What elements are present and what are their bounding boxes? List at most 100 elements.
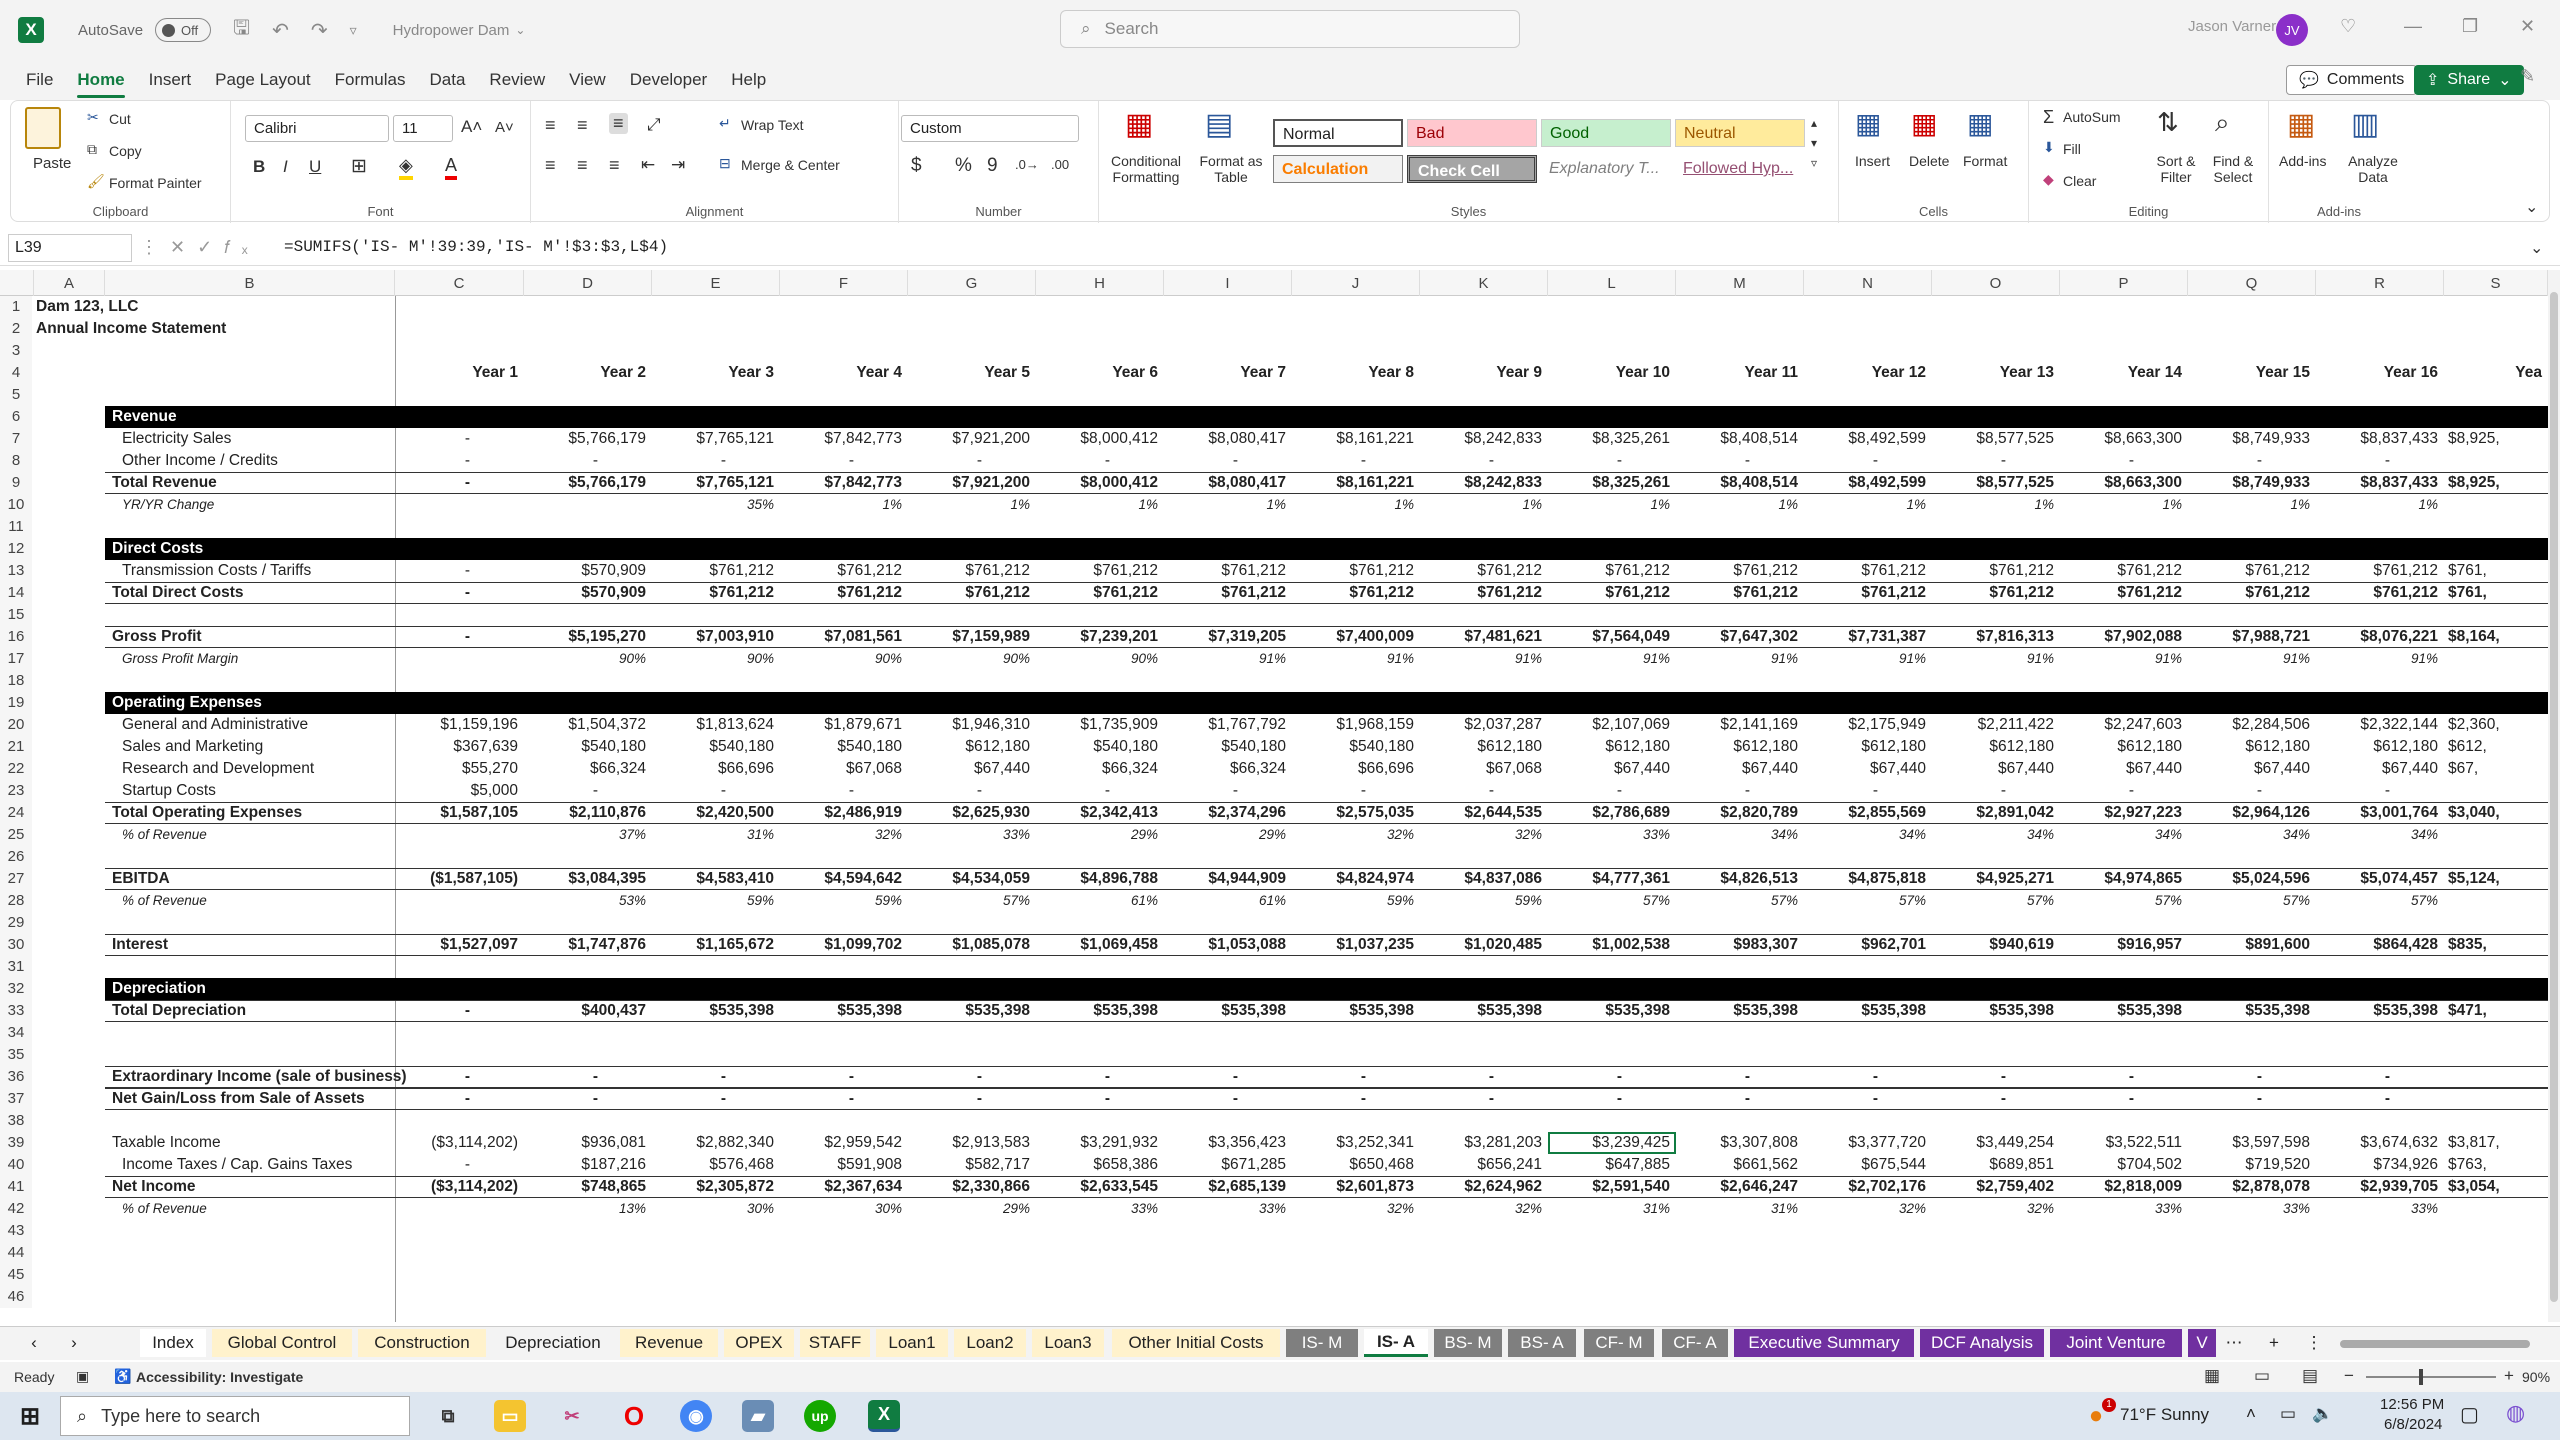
value-cell[interactable]: $2,882,340 [654, 1132, 774, 1154]
value-cell[interactable]: $4,826,513 [1678, 868, 1798, 890]
row-header[interactable]: 22 [0, 758, 32, 780]
value-cell[interactable]: $67,440 [1678, 758, 1798, 780]
year-header[interactable]: Year 16 [2318, 362, 2438, 384]
tab-developer[interactable]: Developer [618, 70, 720, 100]
value-cell[interactable]: $8,242,833 [1422, 472, 1542, 494]
value-cell[interactable]: - [2014, 1066, 2134, 1088]
style-explanatory[interactable]: Explanatory T... [1541, 155, 1671, 183]
value-cell[interactable]: 91% [1294, 648, 1414, 670]
value-cell[interactable]: $761,212 [1550, 582, 1670, 604]
row-header[interactable]: 30 [0, 934, 32, 956]
value-cell[interactable]: $535,398 [1806, 1000, 1926, 1022]
sheet-tab[interactable]: Joint Venture [2050, 1329, 2182, 1357]
snipping-tool-icon[interactable]: ✂ [556, 1400, 588, 1432]
sheet-tab[interactable]: BS- M [1434, 1329, 1502, 1357]
addins-icon[interactable]: ▦ [2287, 107, 2315, 142]
value-cell[interactable]: $2,644,535 [1422, 802, 1542, 824]
value-cell[interactable]: - [606, 1066, 726, 1088]
value-cell[interactable]: $8,577,525 [1934, 428, 2054, 450]
value-cell[interactable]: 57% [2318, 890, 2438, 912]
value-cell[interactable]: ($3,114,202) [398, 1132, 518, 1154]
value-cell[interactable]: $67,440 [2318, 758, 2438, 780]
value-cell[interactable]: $2,964,126 [2190, 802, 2310, 824]
value-cell[interactable]: $3,674,632 [2318, 1132, 2438, 1154]
sheet-tab[interactable]: Global Control [212, 1329, 352, 1357]
value-cell[interactable]: $2,284,506 [2190, 714, 2310, 736]
row-header[interactable]: 40 [0, 1154, 32, 1176]
value-cell[interactable]: $5,766,179 [526, 472, 646, 494]
row-label[interactable]: Direct Costs [112, 538, 398, 560]
value-cell[interactable]: $7,842,773 [782, 428, 902, 450]
value-cell[interactable]: 32% [1422, 824, 1542, 846]
value-cell[interactable]: $761,212 [910, 582, 1030, 604]
value-cell[interactable] [398, 494, 518, 516]
underline-icon[interactable]: U [309, 157, 321, 177]
value-cell[interactable]: 29% [910, 1198, 1030, 1220]
sheet-tab[interactable]: Revenue [620, 1329, 718, 1357]
value-cell[interactable]: $367,639 [398, 736, 518, 758]
row-label[interactable]: EBITDA [112, 868, 398, 890]
value-cell[interactable]: $8,663,300 [2062, 472, 2182, 494]
value-cell[interactable]: - [990, 450, 1110, 472]
value-cell[interactable]: $1,020,485 [1422, 934, 1542, 956]
find-icon[interactable]: ⌕ [2215, 107, 2230, 139]
value-cell[interactable]: $763, [2448, 1154, 2548, 1176]
value-cell[interactable]: $1,747,876 [526, 934, 646, 956]
value-cell[interactable]: $5,024,596 [2190, 868, 2310, 890]
value-cell[interactable] [2448, 1066, 2548, 1088]
year-header[interactable]: Year 12 [1806, 362, 1926, 384]
value-cell[interactable]: $748,865 [526, 1176, 646, 1198]
value-cell[interactable]: $66,696 [654, 758, 774, 780]
value-cell[interactable]: $535,398 [910, 1000, 1030, 1022]
row-header[interactable]: 20 [0, 714, 32, 736]
value-cell[interactable]: $962,701 [1806, 934, 1926, 956]
expand-formula-icon[interactable]: ⌄ [2530, 238, 2543, 258]
column-header-p[interactable]: P [2060, 270, 2188, 296]
year-header[interactable]: Year 2 [526, 362, 646, 384]
value-cell[interactable]: $1,879,671 [782, 714, 902, 736]
year-header[interactable]: Year 14 [2062, 362, 2182, 384]
value-cell[interactable]: $647,885 [1550, 1154, 1670, 1176]
value-cell[interactable]: 57% [1934, 890, 2054, 912]
value-cell[interactable]: $7,081,561 [782, 626, 902, 648]
value-cell[interactable]: 91% [1678, 648, 1798, 670]
value-cell[interactable]: $761,212 [1166, 582, 1286, 604]
value-cell[interactable]: $1,527,097 [398, 934, 518, 956]
copilot-icon[interactable]: ◍ [2506, 1400, 2525, 1426]
value-cell[interactable]: - [350, 1154, 470, 1176]
value-cell[interactable]: 33% [910, 824, 1030, 846]
value-cell[interactable]: $761,212 [2190, 582, 2310, 604]
value-cell[interactable]: $761,212 [1806, 582, 1926, 604]
value-cell[interactable]: $570,909 [526, 582, 646, 604]
excel-taskbar-icon[interactable]: X [868, 1400, 900, 1432]
align-center-icon[interactable]: ≡ [577, 155, 588, 176]
value-cell[interactable]: 59% [654, 890, 774, 912]
value-cell[interactable]: - [1374, 1066, 1494, 1088]
row-label[interactable]: Depreciation [112, 978, 398, 1000]
value-cell[interactable]: $4,944,909 [1166, 868, 1286, 890]
paste-icon[interactable] [25, 107, 61, 149]
value-cell[interactable]: 91% [1166, 648, 1286, 670]
value-cell[interactable]: $67,440 [1550, 758, 1670, 780]
column-header-b[interactable]: B [105, 270, 395, 296]
value-cell[interactable]: 1% [1806, 494, 1926, 516]
value-cell[interactable]: 1% [2062, 494, 2182, 516]
sheet-tab[interactable]: Loan1 [876, 1329, 948, 1357]
value-cell[interactable]: $540,180 [1166, 736, 1286, 758]
value-cell[interactable]: - [1630, 1088, 1750, 1110]
value-cell[interactable]: 91% [1422, 648, 1542, 670]
clear-button[interactable]: Clear [2063, 173, 2096, 189]
value-cell[interactable] [398, 890, 518, 912]
row-header[interactable]: 18 [0, 670, 32, 692]
value-cell[interactable]: - [2014, 1088, 2134, 1110]
row-header[interactable]: 6 [0, 406, 32, 428]
value-cell[interactable]: $761,212 [782, 582, 902, 604]
value-cell[interactable]: - [734, 1066, 854, 1088]
value-cell[interactable]: - [1374, 450, 1494, 472]
column-header-f[interactable]: F [780, 270, 908, 296]
analyze-data-icon[interactable]: ▥ [2351, 107, 2379, 142]
value-cell[interactable]: $4,875,818 [1806, 868, 1926, 890]
sort-filter-icon[interactable]: ⇅ [2157, 107, 2179, 138]
value-cell[interactable]: $1,159,196 [398, 714, 518, 736]
value-cell[interactable]: $1,735,909 [1038, 714, 1158, 736]
